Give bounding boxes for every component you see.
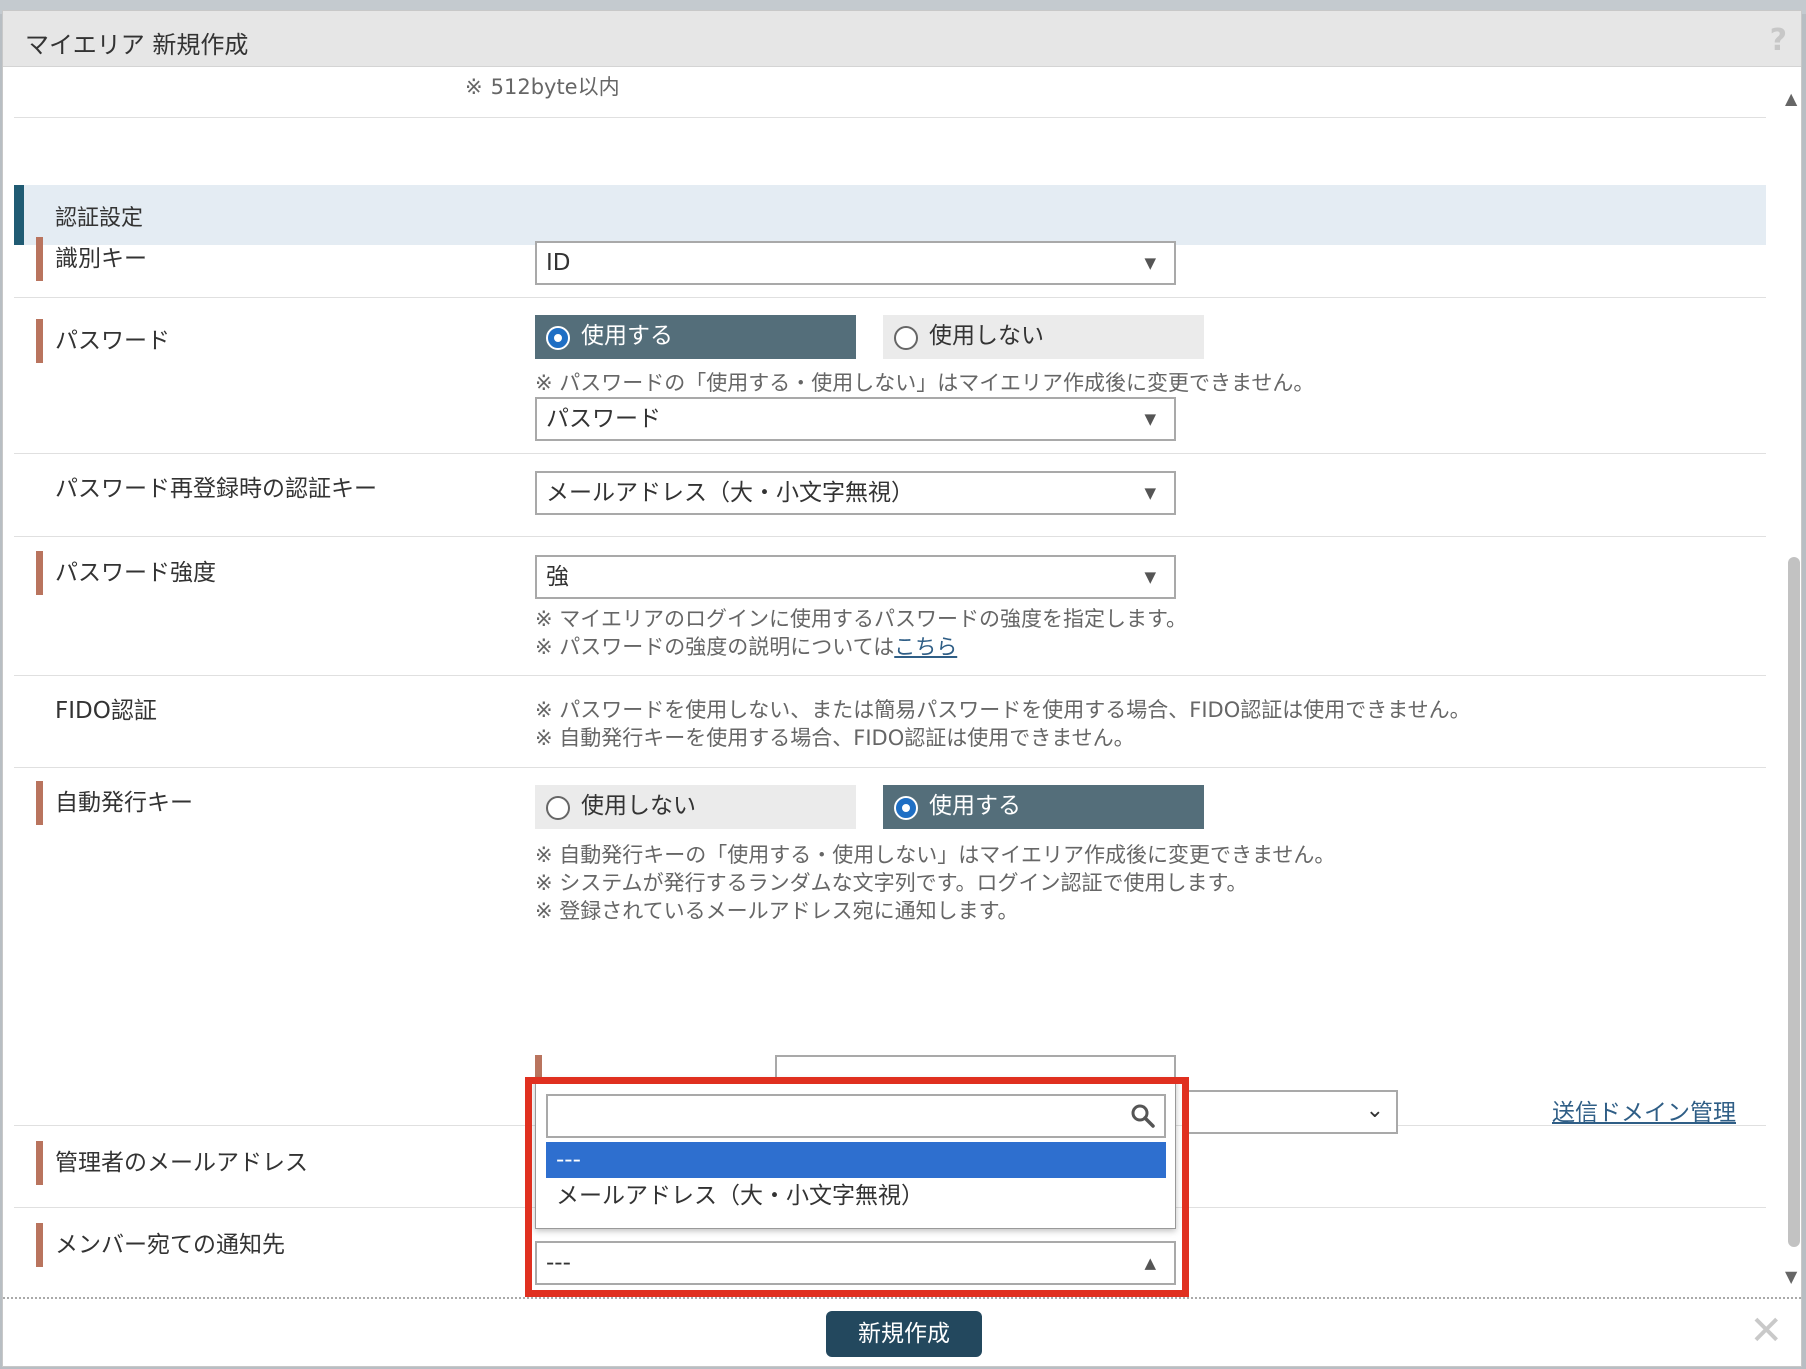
radio-unchecked-icon: [894, 326, 918, 350]
create-button[interactable]: 新規作成: [826, 1311, 982, 1357]
admin-email-label: 管理者のメールアドレス: [36, 1141, 308, 1185]
id-key-select[interactable]: ID ▼: [535, 241, 1176, 285]
divider: [14, 117, 1766, 118]
vertical-scrollbar[interactable]: ▲ ▼: [1783, 67, 1801, 1297]
dialog-content: ※ 512byte以内 認証設定 識別キー ID ▼ パスワード 使用する 使用し…: [3, 67, 1783, 1297]
dialog-title: マイエリア 新規作成: [25, 31, 249, 59]
scroll-thumb[interactable]: [1788, 557, 1800, 1247]
radio-unchecked-icon: [546, 796, 570, 820]
scroll-up-icon[interactable]: ▲: [1785, 89, 1797, 108]
divider: [14, 767, 1766, 768]
password-note: ※ パスワードの「使用する・使用しない」はマイエリア作成後に変更できません。: [535, 371, 1315, 395]
password-not-use-radio[interactable]: 使用しない: [883, 315, 1204, 359]
dropdown-arrow-icon: ▼: [1144, 254, 1156, 272]
member-notify-dropdown-list: --- メールアドレス（大・小文字無視）: [535, 1079, 1176, 1229]
auto-key-note-2: ※ システムが発行するランダムな文字列です。ログイン認証で使用します。: [535, 871, 1248, 895]
auto-key-note-1: ※ 自動発行キーの「使用する・使用しない」はマイエリア作成後に変更できません。: [535, 843, 1336, 867]
strength-help-link[interactable]: こちら: [894, 635, 957, 659]
auto-key-use-radio[interactable]: 使用する: [883, 785, 1204, 829]
radio-label: 使用する: [929, 793, 1021, 819]
scroll-down-icon[interactable]: ▼: [1785, 1267, 1797, 1286]
radio-label: 使用しない: [929, 323, 1044, 349]
fido-label: FIDO認証: [55, 698, 157, 724]
id-key-value: ID: [546, 250, 571, 276]
reregister-key-label: パスワード再登録時の認証キー: [55, 476, 377, 502]
divider: [14, 536, 1766, 537]
dropdown-arrow-up-icon: ▲: [1144, 1254, 1156, 1272]
byte-limit-note: ※ 512byte以内: [465, 75, 620, 99]
help-icon[interactable]: ?: [1770, 23, 1787, 58]
divider: [14, 675, 1766, 676]
member-notify-label: メンバー宛ての通知先: [36, 1223, 285, 1267]
dropdown-arrow-icon: ▼: [1144, 484, 1156, 502]
section-title: 認証設定: [55, 206, 144, 231]
dropdown-arrow-icon: ▼: [1144, 568, 1156, 586]
member-notify-value: ---: [546, 1250, 571, 1276]
id-key-label: 識別キー: [36, 237, 147, 281]
strength-note: ※ マイエリアのログインに使用するパスワードの強度を指定します。: [535, 607, 1187, 631]
create-myarea-dialog: マイエリア 新規作成 ? ※ 512byte以内 認証設定 識別キー ID ▼ パ…: [2, 10, 1802, 1367]
password-type-select[interactable]: パスワード ▼: [535, 397, 1176, 441]
password-type-value: パスワード: [546, 406, 661, 432]
password-use-radio[interactable]: 使用する: [535, 315, 856, 359]
chevron-down-icon: ⌄: [1365, 1098, 1384, 1123]
radio-label: 使用する: [581, 323, 673, 349]
fido-note-1: ※ パスワードを使用しない、または簡易パスワードを使用する場合、FIDO認証は使…: [535, 698, 1471, 722]
auth-settings-section-header: 認証設定: [14, 185, 1766, 245]
fido-note-2: ※ 自動発行キーを使用する場合、FIDO認証は使用できません。: [535, 726, 1135, 750]
radio-checked-icon: [894, 796, 918, 820]
auto-key-label: 自動発行キー: [36, 781, 193, 825]
dropdown-option-email[interactable]: メールアドレス（大・小文字無視）: [546, 1178, 1166, 1214]
dropdown-option-empty[interactable]: ---: [546, 1142, 1166, 1178]
password-strength-label: パスワード強度: [36, 551, 216, 595]
radio-checked-icon: [546, 326, 570, 350]
auto-key-note-3: ※ 登録されているメールアドレス宛に通知します。: [535, 899, 1019, 923]
dropdown-search-input[interactable]: [546, 1094, 1166, 1138]
divider: [14, 453, 1766, 454]
strength-help-note: ※ パスワードの強度の説明についてはこちら: [535, 635, 958, 659]
close-icon[interactable]: ✕: [1749, 1311, 1783, 1351]
member-notify-select[interactable]: --- ▲: [535, 1241, 1176, 1285]
admin-email-select[interactable]: ⌄: [1183, 1090, 1398, 1134]
password-strength-select[interactable]: 強 ▼: [535, 555, 1176, 599]
auto-key-not-use-radio[interactable]: 使用しない: [535, 785, 856, 829]
password-strength-value: 強: [546, 564, 569, 590]
dialog-footer: 新規作成 ✕: [3, 1297, 1801, 1366]
radio-label: 使用しない: [581, 793, 696, 819]
reregister-key-value: メールアドレス（大・小文字無視）: [546, 480, 914, 506]
dropdown-arrow-icon: ▼: [1144, 410, 1156, 428]
sending-domain-link[interactable]: 送信ドメイン管理: [1552, 1093, 1736, 1127]
search-icon: [1131, 1104, 1155, 1128]
reregister-key-select[interactable]: メールアドレス（大・小文字無視） ▼: [535, 471, 1176, 515]
divider: [14, 297, 1766, 298]
password-label: パスワード: [36, 319, 170, 363]
dialog-header: マイエリア 新規作成 ?: [3, 11, 1801, 67]
